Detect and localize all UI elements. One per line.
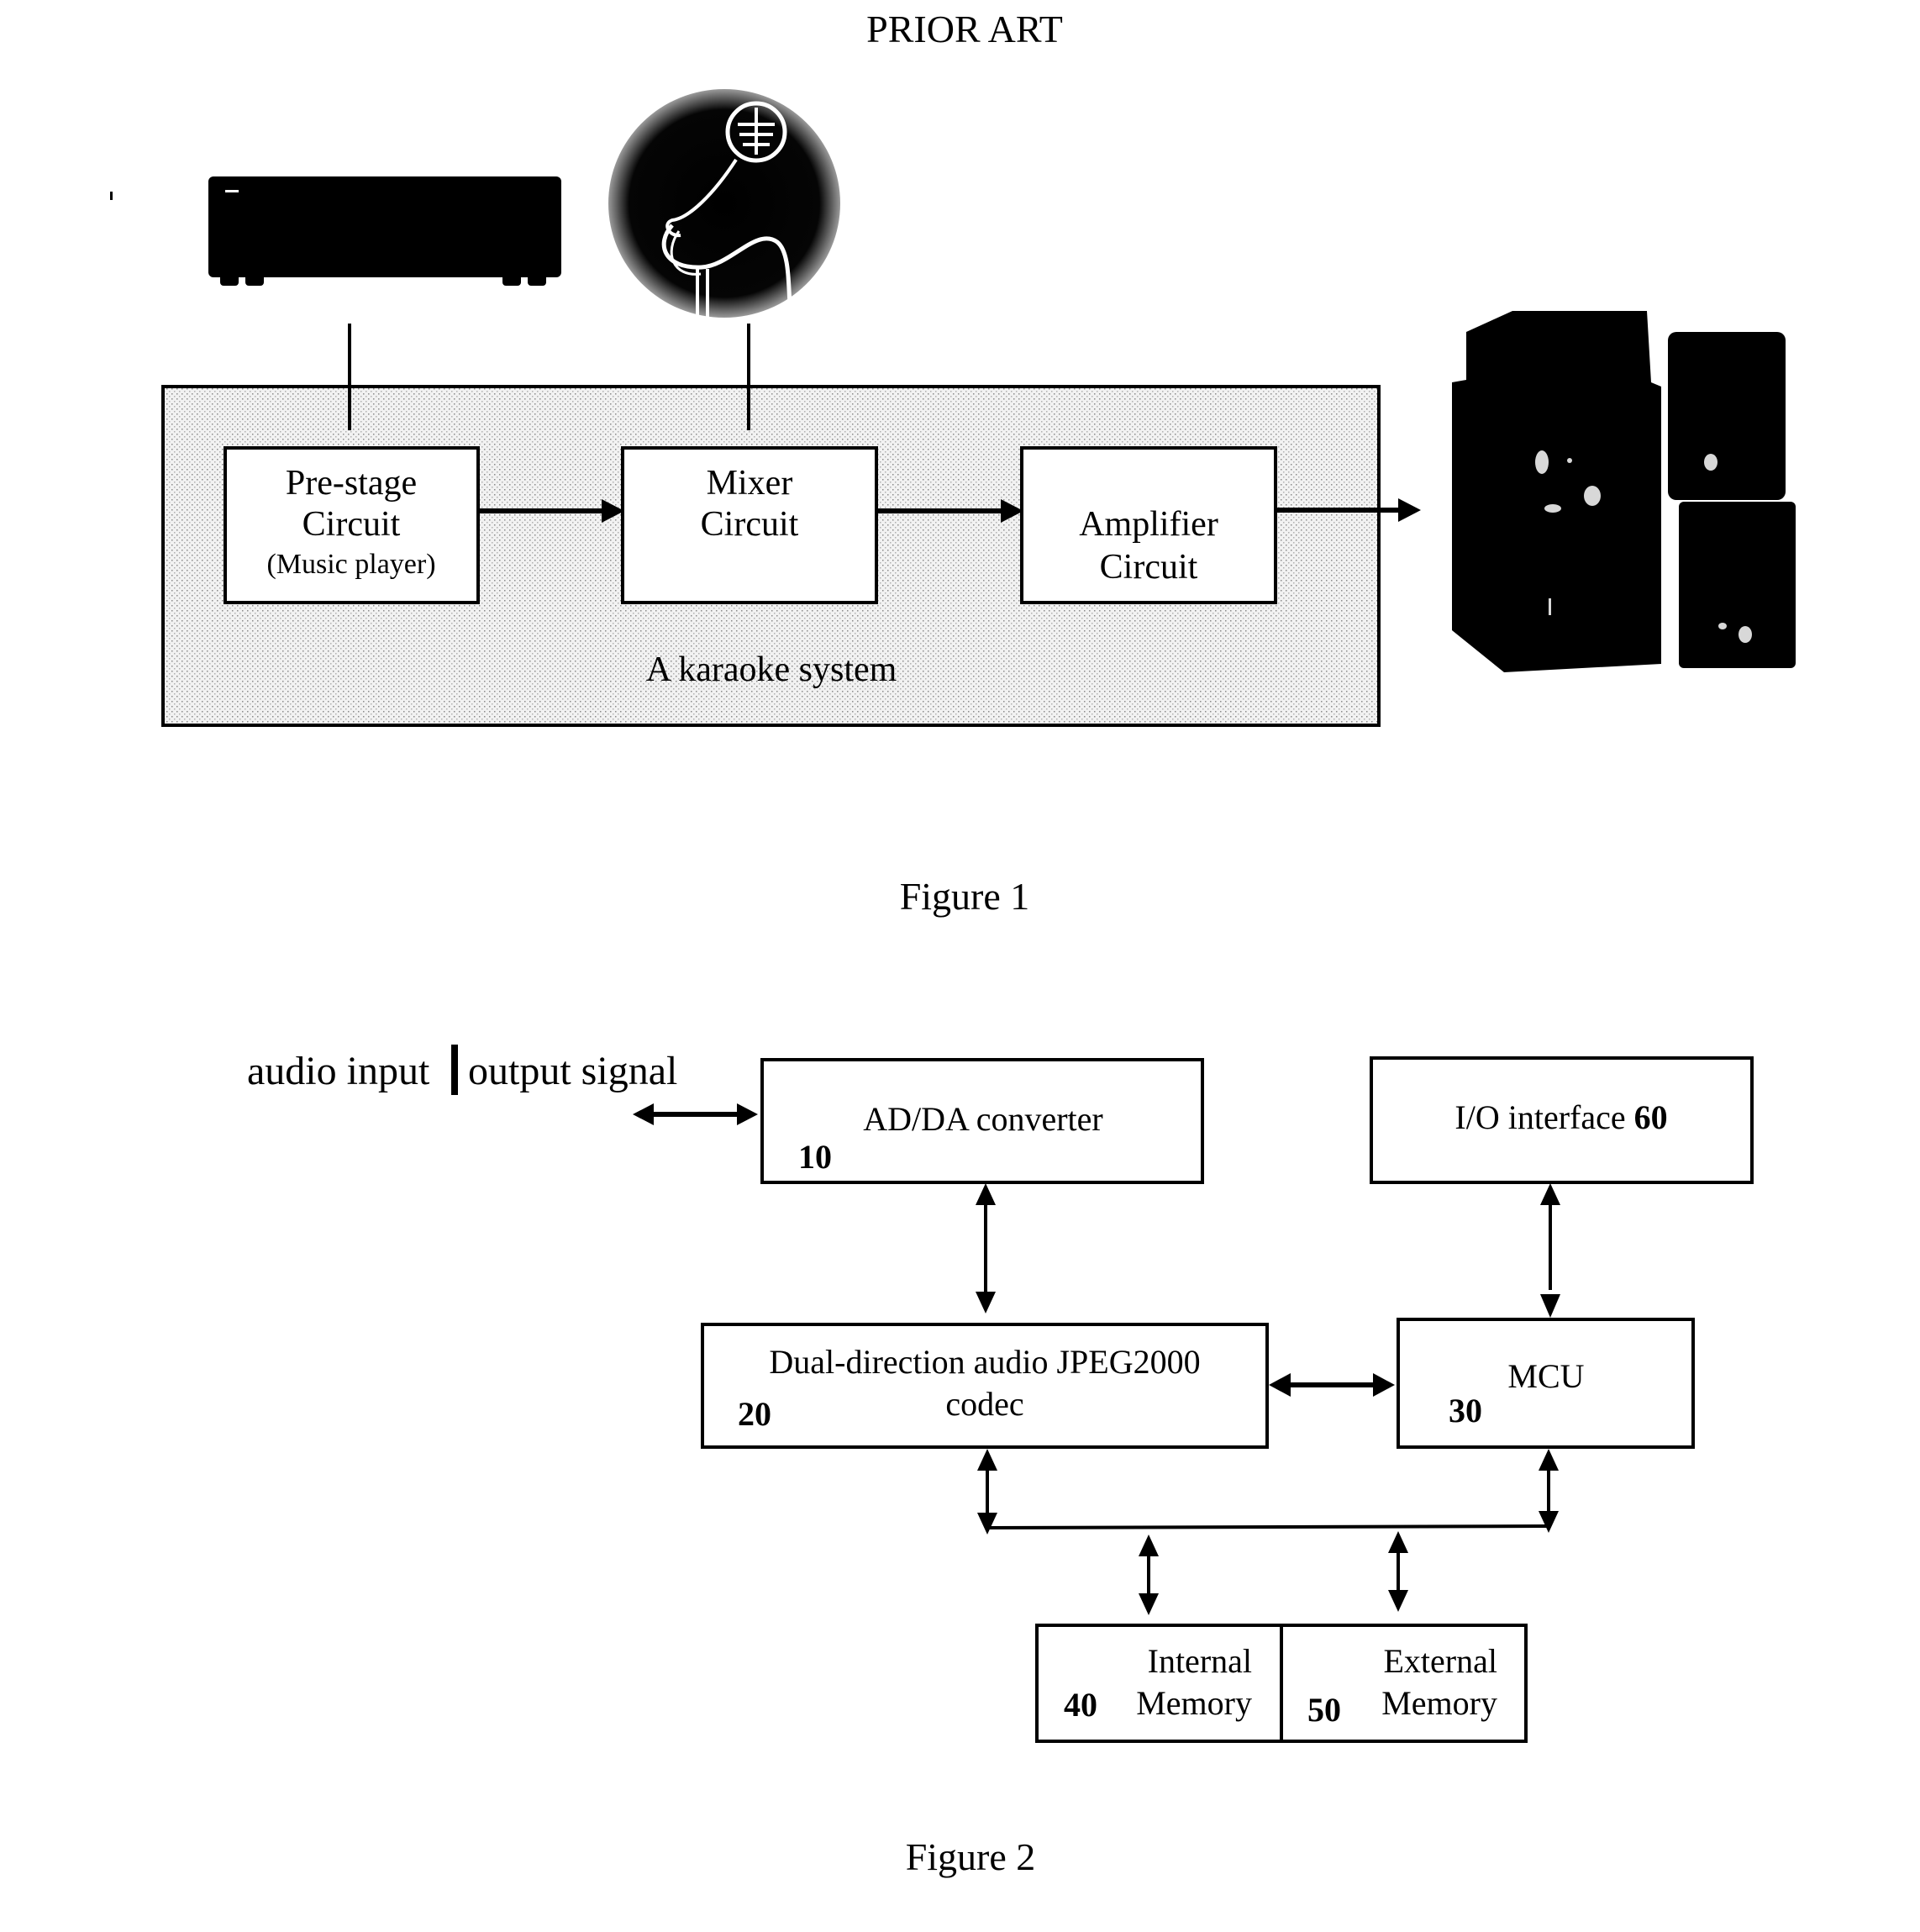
output-signal-label: output signal (468, 1049, 677, 1093)
figure-1: Pre-stage Circuit (Music player) Mixer C… (161, 89, 1796, 727)
microphone-icon (608, 89, 840, 318)
external-memory-block: External Memory 50 (1280, 1624, 1528, 1743)
arrow-codec-mcu (1269, 1373, 1395, 1397)
svg-text:10: 10 (798, 1138, 832, 1176)
audio-signal-label: audio input output signal (247, 1045, 677, 1095)
patent-drawing-sheet: PRIOR ART Pre-stage Circuit (Music playe… (110, 8, 1796, 1878)
karaoke-system-label: A karaoke system (646, 650, 897, 689)
figure-2-caption: Figure 2 (906, 1835, 1036, 1878)
svg-text:AD/DA converter: AD/DA converter (863, 1100, 1102, 1138)
svg-text:External: External (1384, 1642, 1498, 1680)
audio-input-label: audio input (247, 1049, 430, 1093)
svg-text:Circuit: Circuit (1100, 548, 1198, 587)
svg-text:Amplifier: Amplifier (1079, 505, 1218, 544)
svg-text:Pre-stage: Pre-stage (286, 464, 417, 503)
figure-1-caption: Figure 1 (900, 875, 1030, 918)
prior-art-header: PRIOR ART (866, 8, 1063, 50)
svg-text:20: 20 (738, 1395, 771, 1433)
arrow-adda-codec (976, 1183, 996, 1313)
svg-text:Memory: Memory (1136, 1684, 1252, 1722)
cd-player-icon (208, 176, 561, 286)
mixer-circuit-block: Mixer Circuit (621, 446, 878, 604)
svg-text:40: 40 (1064, 1686, 1097, 1724)
memory-bus (977, 1449, 1559, 1535)
svg-text:Dual-direction audio JPEG2000: Dual-direction audio JPEG2000 (769, 1343, 1200, 1381)
codec-block: Dual-direction audio JPEG2000 codec 20 (701, 1323, 1269, 1449)
adda-converter-block: AD/DA converter 10 (760, 1058, 1204, 1184)
svg-text:Internal: Internal (1148, 1642, 1252, 1680)
io-interface-block: I/O interface 60 (1370, 1056, 1754, 1184)
mcu-block: MCU 30 (1397, 1318, 1695, 1449)
separator-bar (451, 1045, 458, 1095)
svg-text:codec: codec (945, 1385, 1023, 1423)
amplifier-circuit-block: Amplifier Circuit (1020, 446, 1277, 604)
svg-text:(Music player): (Music player) (266, 549, 435, 580)
svg-text:30: 30 (1449, 1392, 1482, 1429)
svg-text:Circuit: Circuit (701, 505, 799, 544)
scan-speck (110, 192, 113, 200)
svg-text:I/O interface 60: I/O interface 60 (1454, 1098, 1667, 1136)
arrow-bus-internal-memory (1139, 1535, 1159, 1615)
pre-stage-circuit-block: Pre-stage Circuit (Music player) (224, 446, 480, 604)
figure-2: audio input output signal AD/DA converte… (247, 1045, 1754, 1743)
arrow-bus-external-memory (1388, 1531, 1408, 1612)
internal-memory-block: Internal Memory 40 (1035, 1624, 1283, 1743)
svg-text:50: 50 (1307, 1691, 1341, 1729)
speaker-icon (1452, 311, 1796, 672)
arrow-io-mcu (1540, 1183, 1560, 1318)
svg-text:Memory: Memory (1381, 1684, 1497, 1722)
svg-text:Circuit: Circuit (302, 505, 401, 544)
svg-text:Mixer: Mixer (707, 464, 793, 503)
svg-text:MCU: MCU (1507, 1357, 1584, 1395)
arrow-signal-to-adda (633, 1103, 758, 1125)
